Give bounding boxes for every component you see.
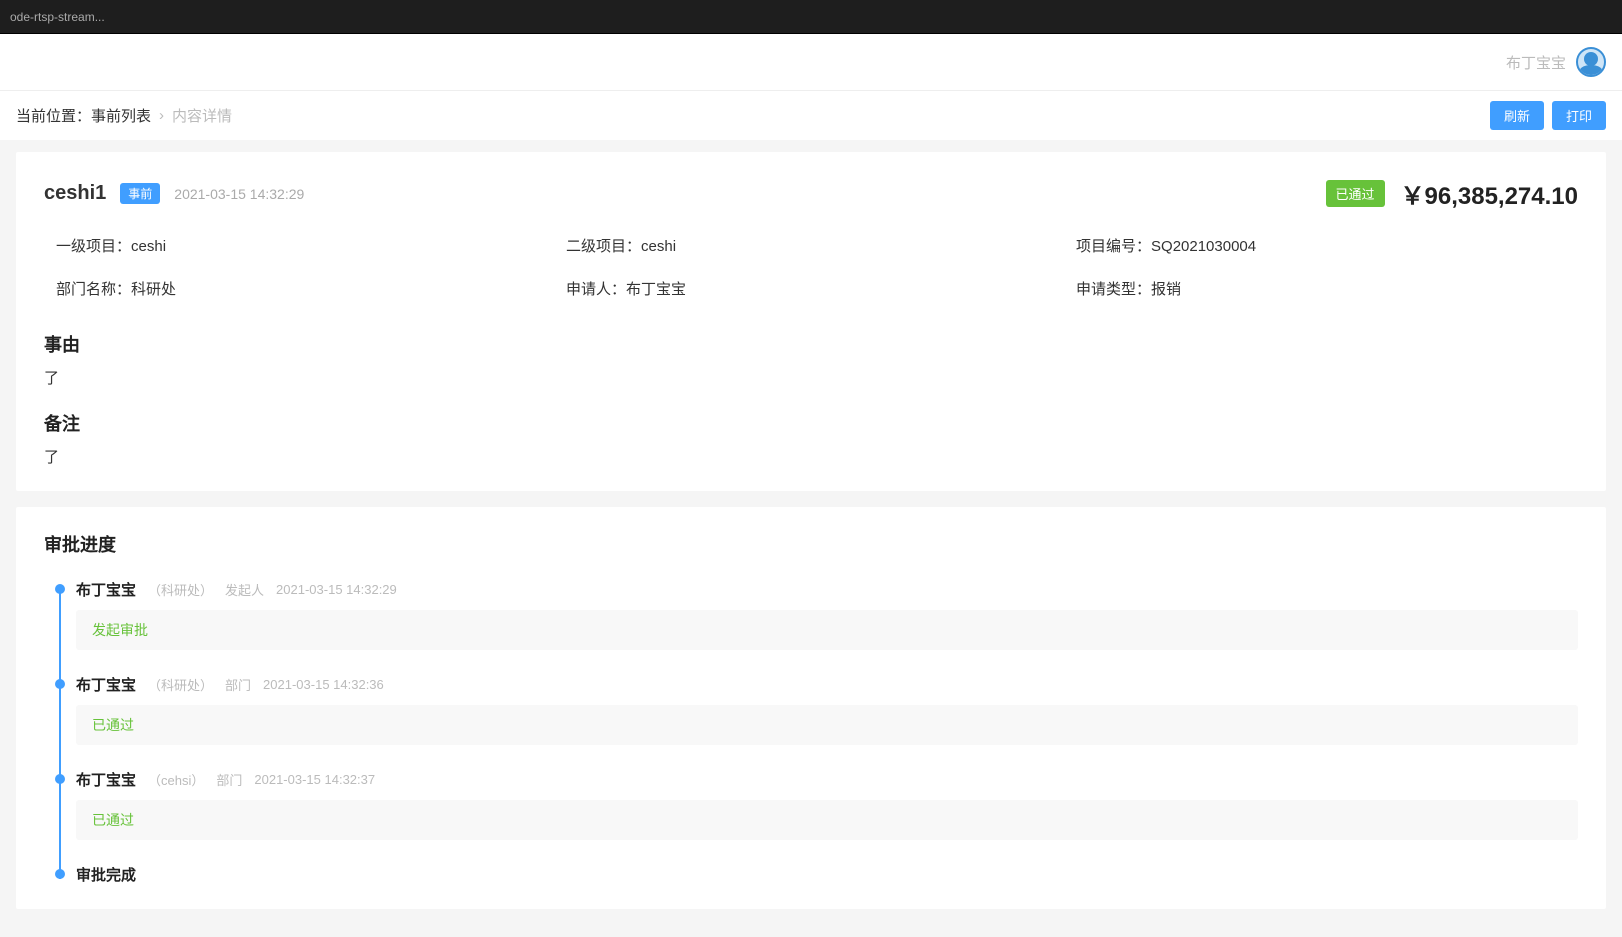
step-status: 已通过 — [92, 812, 134, 828]
step-name: 布丁宝宝 — [76, 769, 136, 790]
step-name: 布丁宝宝 — [76, 674, 136, 695]
info-grid: 一级项目：ceshi 二级项目：ceshi 项目编号：SQ2021030004 … — [44, 235, 1578, 309]
timeline-dot-icon — [55, 774, 65, 784]
step-time: 2021-03-15 14:32:37 — [254, 772, 375, 787]
app-header: 布丁宝宝 — [0, 34, 1622, 90]
print-button[interactable]: 打印 — [1552, 101, 1606, 130]
timeline-dot-icon — [55, 869, 65, 879]
timeline-dot-icon — [55, 679, 65, 689]
page-title: ceshi1 — [44, 182, 106, 205]
timeline-step: 布丁宝宝 （cehsi） 部门 2021-03-15 14:32:37 已通过 — [76, 769, 1578, 840]
step-role: 部门 — [216, 770, 242, 789]
breadcrumb: 当前位置： 事前列表 › 内容详情 — [16, 105, 232, 126]
timeline-step: 布丁宝宝 （科研处） 发起人 2021-03-15 14:32:29 发起审批 — [76, 579, 1578, 650]
breadcrumb-root[interactable]: 事前列表 — [91, 105, 151, 126]
chevron-right-icon: › — [159, 107, 164, 124]
window-title: ode-rtsp-stream... — [10, 10, 105, 24]
field-department: 部门名称：科研处 — [56, 278, 546, 299]
created-at: 2021-03-15 14:32:29 — [174, 186, 304, 202]
field-type: 申请类型：报销 — [1076, 278, 1566, 299]
timeline-step: 布丁宝宝 （科研处） 部门 2021-03-15 14:32:36 已通过 — [76, 674, 1578, 745]
step-name: 布丁宝宝 — [76, 579, 136, 600]
status-badge: 已通过 — [1326, 180, 1385, 207]
step-status: 已通过 — [92, 717, 134, 733]
step-time: 2021-03-15 14:32:36 — [263, 677, 384, 692]
approval-timeline: 布丁宝宝 （科研处） 发起人 2021-03-15 14:32:29 发起审批 … — [54, 579, 1578, 885]
action-buttons: 刷新 打印 — [1490, 101, 1606, 130]
step-final-label: 审批完成 — [76, 864, 1578, 885]
remark-title: 备注 — [44, 410, 1578, 436]
timeline-dot-icon — [55, 584, 65, 594]
reason-body: 了 — [44, 367, 1578, 388]
step-role: 部门 — [225, 675, 251, 694]
breadcrumb-prefix: 当前位置： — [16, 105, 91, 126]
progress-title: 审批进度 — [44, 531, 1578, 557]
field-applicant: 申请人：布丁宝宝 — [566, 278, 1056, 299]
breadcrumb-current: 内容详情 — [172, 105, 232, 126]
field-level2: 二级项目：ceshi — [566, 235, 1056, 256]
remark-body: 了 — [44, 446, 1578, 467]
reason-title: 事由 — [44, 331, 1578, 357]
step-time: 2021-03-15 14:32:29 — [276, 582, 397, 597]
summary-card: ceshi1 事前 2021-03-15 14:32:29 已通过 ￥96,38… — [16, 152, 1606, 491]
step-status: 发起审批 — [92, 622, 148, 638]
header-user-name: 布丁宝宝 — [1506, 52, 1566, 73]
reason-section: 事由 了 — [44, 331, 1578, 388]
breadcrumb-row: 当前位置： 事前列表 › 内容详情 刷新 打印 — [0, 90, 1622, 140]
timeline-final: 审批完成 — [76, 864, 1578, 885]
progress-card: 审批进度 布丁宝宝 （科研处） 发起人 2021-03-15 14:32:29 … — [16, 507, 1606, 909]
avatar[interactable] — [1576, 47, 1606, 77]
step-dept: （cehsi） — [148, 770, 204, 789]
field-level1: 一级项目：ceshi — [56, 235, 546, 256]
tag-preapproval: 事前 — [120, 183, 160, 204]
remark-section: 备注 了 — [44, 410, 1578, 467]
window-titlebar: ode-rtsp-stream... — [0, 0, 1622, 34]
step-dept: （科研处） — [148, 675, 213, 694]
amount-value: ￥96,385,274.10 — [1401, 176, 1578, 211]
field-code: 项目编号：SQ2021030004 — [1076, 235, 1566, 256]
step-role: 发起人 — [225, 580, 264, 599]
refresh-button[interactable]: 刷新 — [1490, 101, 1544, 130]
step-dept: （科研处） — [148, 580, 213, 599]
